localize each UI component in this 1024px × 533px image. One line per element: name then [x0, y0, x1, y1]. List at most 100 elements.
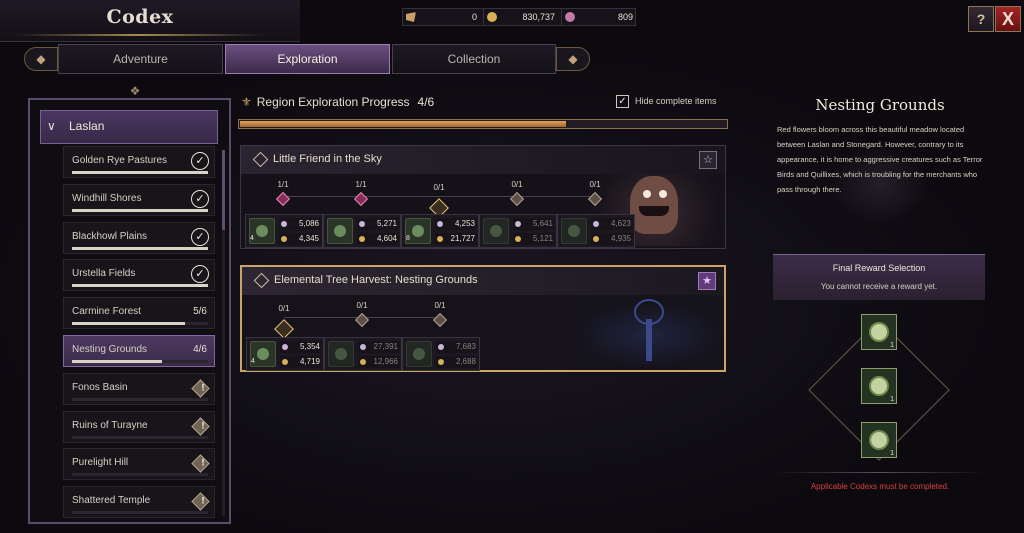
quest-track: 1/1 1/1 0/1 0/1 0/1 [241, 176, 725, 218]
location-count: 4/6 [193, 343, 207, 355]
gold-coin-icon [281, 236, 287, 242]
reward-gold-row: 2,688 [436, 356, 478, 368]
hide-complete-checkbox[interactable]: ✓ [616, 95, 629, 108]
reward-slot[interactable]: 5,271 4,604 [323, 214, 401, 248]
reward-item-icon [327, 218, 353, 244]
exp-icon [282, 344, 288, 350]
track-node[interactable]: 1/1 [341, 180, 381, 207]
reward-gold-row: 12,966 [358, 356, 400, 368]
currency-bar: 0 830,737 809 [402, 8, 636, 26]
help-book-icon: ? [976, 11, 986, 27]
locked-icon: ! [191, 454, 210, 474]
reward-gold-row: 4,719 [280, 356, 322, 368]
region-name: Laslan [69, 119, 105, 133]
reward-exp-row: 5,354 [280, 341, 322, 353]
final-reward-header: Final Reward Selection You cannot receiv… [773, 254, 985, 300]
quest-diamond-icon [252, 151, 269, 168]
final-reward-title: Final Reward Selection [832, 263, 926, 273]
sidebar-location-item[interactable]: Purelight Hill! [63, 448, 215, 481]
reward-exp-row: 5,641 [513, 218, 555, 230]
track-node[interactable]: 0/1 [264, 301, 304, 339]
tab-collection[interactable]: Collection [392, 44, 556, 74]
help-button[interactable]: ? [968, 6, 994, 32]
sidebar-location-item[interactable]: Carmine Forest 5/6 [63, 297, 215, 330]
tab-next-arrow[interactable]: ◆ [556, 47, 590, 71]
location-name: Carmine Forest [72, 306, 141, 318]
final-reward-item[interactable]: 1 [861, 314, 897, 350]
reward-exp-row: 4,253 [435, 218, 477, 230]
quest-card[interactable]: Little Friend in the Sky ☆ 1/1 1/1 0/1 0/1 0… [240, 145, 726, 249]
reward-qty: 4 [250, 235, 254, 242]
tab-prev-arrow[interactable]: ◆ [24, 47, 58, 71]
exp-icon [360, 344, 366, 350]
sidebar-location-item[interactable]: Blackhowl Plains ✓ [63, 221, 215, 254]
checkmark-icon: ✓ [191, 227, 209, 246]
gold-coin-icon [437, 236, 443, 242]
node-count: 0/1 [356, 301, 368, 310]
reward-slot[interactable]: 27,391 12,966 [324, 337, 402, 371]
reward-slot[interactable]: 4 5,354 4,719 [246, 337, 324, 371]
quest-rewards: 4 5,354 4,719 27,391 12,966 7,683 2,688 [242, 337, 724, 373]
info-description: Red flowers bloom across this beautiful … [777, 125, 983, 194]
sidebar-location-item[interactable]: Nesting Grounds 4/6 [63, 334, 215, 367]
reward-gold-row: 5,121 [513, 233, 555, 245]
reward-slot[interactable]: 7,683 2,688 [402, 337, 480, 371]
final-reward-item[interactable]: 1 [861, 368, 897, 404]
track-node[interactable]: 0/1 [497, 180, 537, 207]
sidebar-ornament: ❖ [129, 84, 141, 98]
currency-gold: 830,737 [483, 9, 559, 25]
node-count: 0/1 [278, 304, 290, 313]
location-name: Purelight Hill [72, 457, 129, 469]
sidebar-location-item[interactable]: Urstella Fields ✓ [63, 259, 215, 292]
ring-emblem-icon [869, 430, 889, 450]
node-count: 0/1 [433, 183, 445, 192]
track-node[interactable]: 0/1 [420, 301, 460, 328]
region-header[interactable]: ∨ Laslan [40, 110, 218, 144]
reward-exp-row: 7,683 [436, 341, 478, 353]
quest-diamond-icon [253, 272, 270, 289]
sidebar-location-item[interactable]: Shattered Temple! [63, 486, 215, 519]
reward-slot[interactable]: 5,641 5,121 [479, 214, 557, 248]
sidebar-scroll-thumb[interactable] [222, 150, 225, 230]
tab-exploration[interactable]: Exploration [225, 44, 390, 74]
location-progress-fill [72, 208, 208, 212]
hide-complete-toggle[interactable]: ✓ Hide complete items [616, 95, 717, 108]
location-name: Nesting Grounds [72, 343, 148, 355]
node-diamond-icon [274, 319, 294, 339]
gold-coin-icon [438, 359, 444, 365]
node-count: 0/1 [589, 180, 601, 189]
track-node[interactable]: 0/1 [419, 180, 459, 218]
quest-track: 0/1 0/1 0/1 [242, 297, 724, 339]
location-progress-bar [72, 511, 208, 515]
sidebar-location-item[interactable]: Windhill Shores ✓ [63, 183, 215, 216]
reward-slot[interactable]: 8 4,253 21,727 [401, 214, 479, 248]
gold-coin-icon [282, 359, 288, 365]
node-diamond-icon [587, 191, 603, 207]
location-progress-bar [72, 208, 208, 212]
sidebar-location-item[interactable]: Golden Rye Pastures ✓ [63, 146, 215, 178]
reward-slot[interactable]: 4,623 4,935 [557, 214, 635, 248]
quest-card-selected[interactable]: Elemental Tree Harvest: Nesting Grounds … [240, 265, 726, 372]
tab-bar: ◆ Adventure Exploration Collection ◆ [20, 43, 594, 75]
sidebar-location-item[interactable]: Fonos Basin! [63, 372, 215, 405]
gold-coin-icon [487, 12, 497, 22]
close-icon: X [1001, 8, 1014, 29]
reward-gold-row: 4,935 [591, 233, 633, 245]
close-button[interactable]: X [995, 6, 1021, 32]
gold-coin-icon [359, 236, 365, 242]
track-node[interactable]: 0/1 [575, 180, 615, 207]
checkmark-icon: ✓ [191, 152, 209, 170]
sword-emblem-icon [869, 322, 889, 342]
final-reward-item[interactable]: 1 [861, 422, 897, 458]
favorite-star-icon[interactable]: ★ [698, 272, 716, 290]
reward-slot[interactable]: 4 5,086 4,345 [245, 214, 323, 248]
track-node[interactable]: 0/1 [342, 301, 382, 328]
locked-icon: ! [191, 492, 210, 511]
track-node[interactable]: 1/1 [263, 180, 303, 207]
armor-emblem-icon [869, 376, 889, 396]
tab-adventure[interactable]: Adventure [58, 44, 223, 74]
reward-qty: 4 [251, 358, 255, 365]
favorite-star-icon[interactable]: ☆ [699, 151, 717, 169]
node-diamond-icon [354, 312, 370, 328]
sidebar-location-item[interactable]: Ruins of Turayne! [63, 410, 215, 443]
